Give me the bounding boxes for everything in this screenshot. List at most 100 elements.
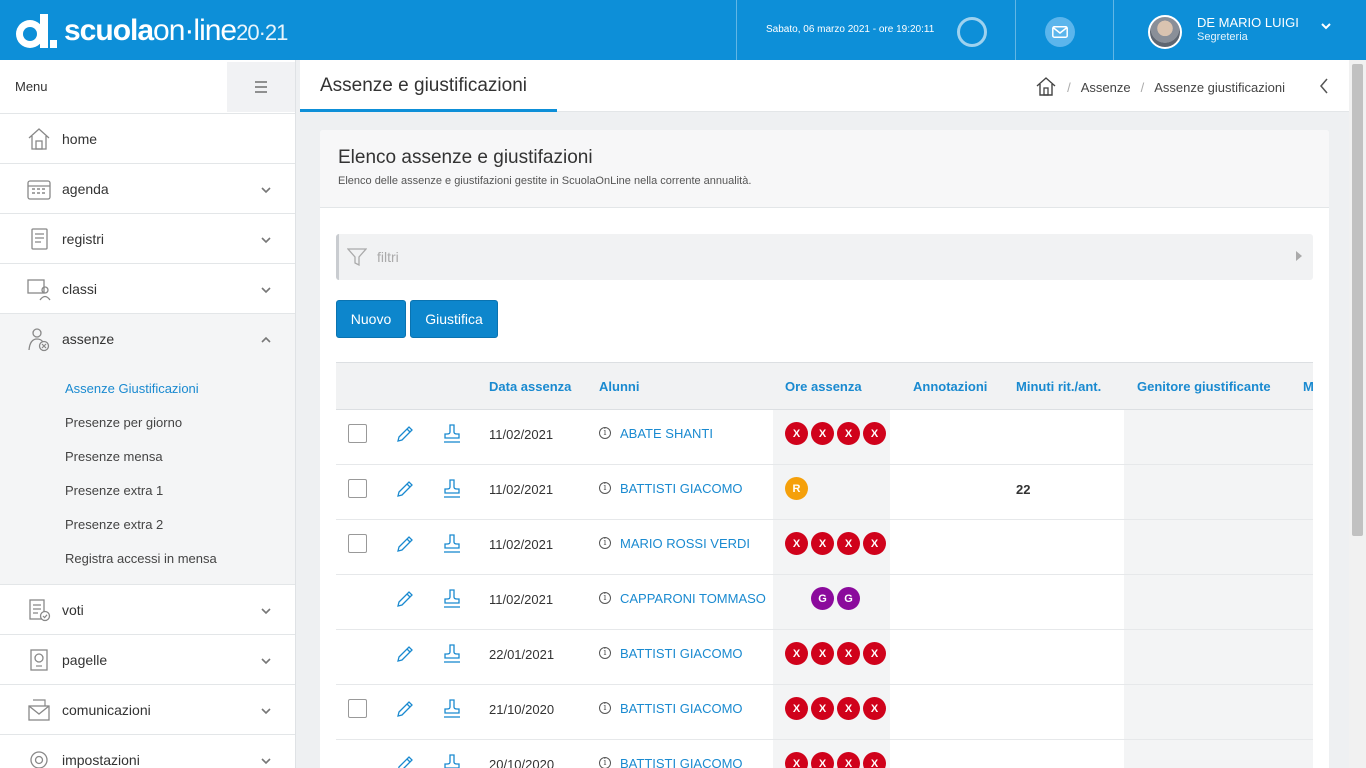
- info-icon[interactable]: i: [599, 427, 611, 439]
- sidebar-item-home[interactable]: home: [0, 114, 295, 164]
- scrollbar-thumb[interactable]: [1352, 64, 1363, 536]
- parent-justifier-cell: [1124, 740, 1313, 768]
- info-icon[interactable]: i: [599, 537, 611, 549]
- col-alunni[interactable]: Alunni: [599, 379, 639, 394]
- sidebar-item-assenze[interactable]: assenze: [0, 314, 295, 364]
- sidebar-item-comunicazioni[interactable]: comunicazioni: [0, 685, 295, 735]
- app-logo[interactable]: scuolaon·line20·21: [14, 10, 288, 52]
- card-subtitle: Elenco delle assenze e giustifazioni ges…: [338, 175, 752, 187]
- parent-justifier-cell: [1124, 575, 1313, 629]
- student-name-link[interactable]: BATTISTI GIACOMO: [620, 646, 743, 661]
- new-button[interactable]: Nuovo: [336, 300, 406, 338]
- parent-justifier-cell: [1124, 630, 1313, 684]
- justify-stamp-icon[interactable]: [442, 588, 462, 613]
- absence-hour-badge: X: [837, 532, 860, 555]
- col-ore-assenza[interactable]: Ore assenza: [785, 379, 862, 394]
- edit-pencil-icon[interactable]: [395, 534, 415, 557]
- absence-hour-badge: X: [837, 697, 860, 720]
- edit-pencil-icon[interactable]: [395, 424, 415, 447]
- absence-hours-cell: XXXX: [773, 740, 890, 768]
- col-m[interactable]: M: [1303, 379, 1314, 394]
- absence-hours-cell: XXXX: [773, 685, 890, 739]
- sidebar-item-registri[interactable]: registri: [0, 214, 295, 264]
- sidebar-item-classi[interactable]: classi: [0, 264, 295, 314]
- absence-hour-badge: X: [863, 532, 886, 555]
- submenu-item-presenze-extra-1[interactable]: Presenze extra 1: [0, 474, 295, 508]
- home-icon: [25, 125, 53, 153]
- edit-pencil-icon[interactable]: [395, 754, 415, 768]
- divider: [1113, 0, 1114, 60]
- absence-hour-badge: X: [785, 642, 808, 665]
- parent-justifier-cell: [1124, 685, 1313, 739]
- row-checkbox[interactable]: [348, 534, 367, 553]
- menu-toggle-button[interactable]: [227, 61, 295, 112]
- col-data-assenza[interactable]: Data assenza: [489, 379, 571, 394]
- user-menu-chevron-down-icon[interactable]: [1320, 20, 1332, 35]
- avatar[interactable]: [1148, 15, 1182, 49]
- edit-pencil-icon[interactable]: [395, 699, 415, 722]
- justify-stamp-icon[interactable]: [442, 643, 462, 668]
- student-name-link[interactable]: BATTISTI GIACOMO: [620, 756, 743, 768]
- submenu-item-assenze-giustificazioni[interactable]: Assenze Giustificazioni: [0, 372, 295, 406]
- communications-icon: [25, 696, 53, 724]
- sidebar-item-agenda[interactable]: agenda: [0, 164, 295, 214]
- chevron-left-icon[interactable]: [1319, 77, 1329, 98]
- absence-hour-badge: G: [837, 587, 860, 610]
- justify-stamp-icon[interactable]: [442, 698, 462, 723]
- info-icon[interactable]: i: [599, 702, 611, 714]
- absence-hour-badge: X: [785, 422, 808, 445]
- breadcrumb: / Assenze / Assenze giustificazioni: [1035, 76, 1285, 99]
- student-name-link[interactable]: BATTISTI GIACOMO: [620, 481, 743, 496]
- info-icon[interactable]: i: [599, 647, 611, 659]
- absence-hour-badge: G: [811, 587, 834, 610]
- calendar-icon: [25, 175, 53, 203]
- student-name-link[interactable]: MARIO ROSSI VERDI: [620, 536, 750, 551]
- edit-pencil-icon[interactable]: [395, 589, 415, 612]
- justify-stamp-icon[interactable]: [442, 423, 462, 448]
- student-name-link[interactable]: ABATE SHANTI: [620, 426, 713, 441]
- row-checkbox[interactable]: [348, 424, 367, 443]
- student-name-link[interactable]: CAPPARONI TOMMASO: [620, 591, 766, 606]
- row-checkbox[interactable]: [348, 699, 367, 718]
- submenu-item-registra-accessi-mensa[interactable]: Registra accessi in mensa: [0, 542, 295, 576]
- settings-gear-icon: [25, 746, 53, 768]
- info-icon[interactable]: i: [599, 757, 611, 768]
- filters-panel[interactable]: filtri: [336, 234, 1313, 280]
- submenu-item-presenze-extra-2[interactable]: Presenze extra 2: [0, 508, 295, 542]
- absence-hour-badge: X: [863, 422, 886, 445]
- justify-stamp-icon[interactable]: [442, 478, 462, 503]
- mail-button[interactable]: [1045, 17, 1075, 47]
- breadcrumb-item[interactable]: Assenze: [1081, 80, 1131, 95]
- home-icon[interactable]: [1035, 76, 1057, 99]
- chevron-down-icon: [261, 232, 271, 247]
- col-annotazioni[interactable]: Annotazioni: [913, 379, 987, 394]
- col-minuti[interactable]: Minuti rit./ant.: [1016, 379, 1101, 394]
- info-icon[interactable]: i: [599, 482, 611, 494]
- user-info[interactable]: DE MARIO LUIGI Segreteria: [1197, 15, 1299, 43]
- table-header: Data assenza Alunni Ore assenza Annotazi…: [336, 362, 1314, 410]
- divider: [736, 0, 737, 60]
- edit-pencil-icon[interactable]: [395, 479, 415, 502]
- absence-date: 11/02/2021: [489, 482, 554, 497]
- sidebar-item-pagelle[interactable]: pagelle: [0, 635, 295, 685]
- justify-stamp-icon[interactable]: [442, 753, 462, 768]
- edit-pencil-icon[interactable]: [395, 644, 415, 667]
- justify-stamp-icon[interactable]: [442, 533, 462, 558]
- absence-person-icon: [25, 325, 53, 353]
- col-genitore[interactable]: Genitore giustificante: [1137, 379, 1271, 394]
- submenu-item-presenze-mensa[interactable]: Presenze mensa: [0, 440, 295, 474]
- absence-date: 11/02/2021: [489, 427, 554, 442]
- filters-label: filtri: [377, 249, 399, 265]
- absence-hour-badge: X: [785, 697, 808, 720]
- page-scrollbar[interactable]: [1349, 60, 1366, 768]
- justify-button[interactable]: Giustifica: [410, 300, 498, 338]
- grades-doc-icon: [25, 596, 53, 624]
- submenu-item-presenze-per-giorno[interactable]: Presenze per giorno: [0, 406, 295, 440]
- row-checkbox[interactable]: [348, 479, 367, 498]
- sidebar-item-impostazioni[interactable]: impostazioni: [0, 735, 295, 768]
- absence-date: 11/02/2021: [489, 592, 554, 607]
- absence-hour-badge: X: [837, 422, 860, 445]
- sidebar-item-voti[interactable]: voti: [0, 585, 295, 635]
- student-name-link[interactable]: BATTISTI GIACOMO: [620, 701, 743, 716]
- info-icon[interactable]: i: [599, 592, 611, 604]
